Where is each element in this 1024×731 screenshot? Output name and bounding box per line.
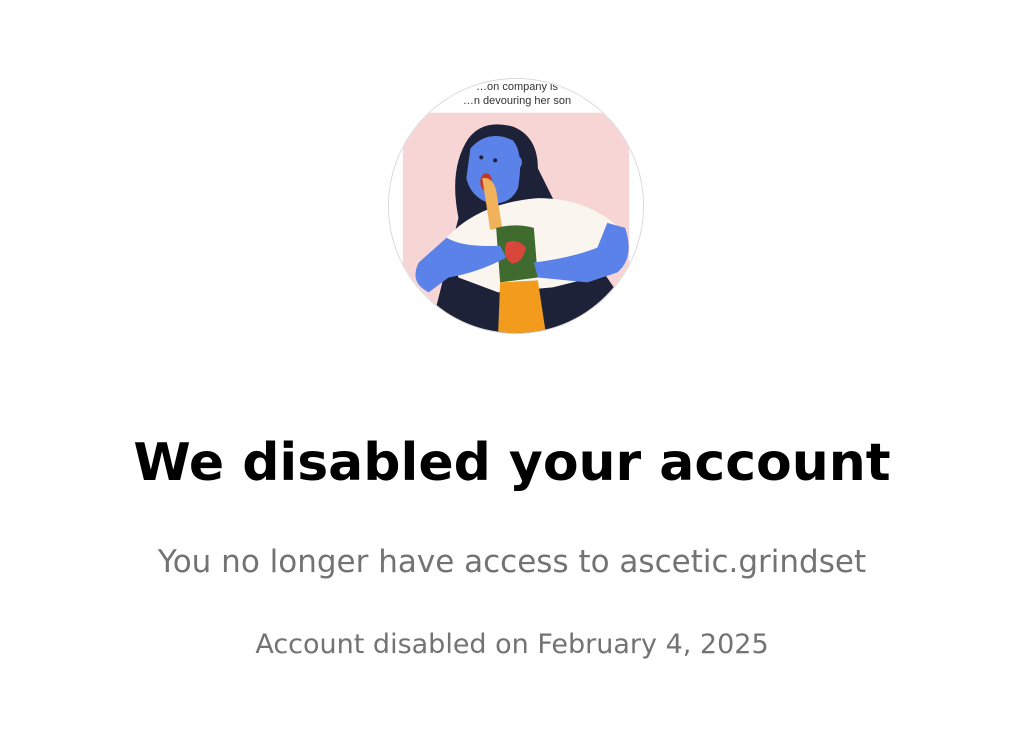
- page-title: We disabled your account: [133, 433, 891, 493]
- access-message: You no longer have access to ascetic.gri…: [157, 544, 867, 580]
- avatar-caption-line-1: …on company is: [476, 81, 558, 93]
- disabled-account-page: …on company is …n devouring her son We d…: [0, 0, 1024, 731]
- disabled-date-text: Account disabled on February 4, 2025: [255, 629, 769, 660]
- avatar-illustration: [389, 79, 643, 333]
- avatar-caption-line-2: …n devouring her son: [462, 95, 572, 107]
- profile-avatar: …on company is …n devouring her son: [388, 78, 644, 334]
